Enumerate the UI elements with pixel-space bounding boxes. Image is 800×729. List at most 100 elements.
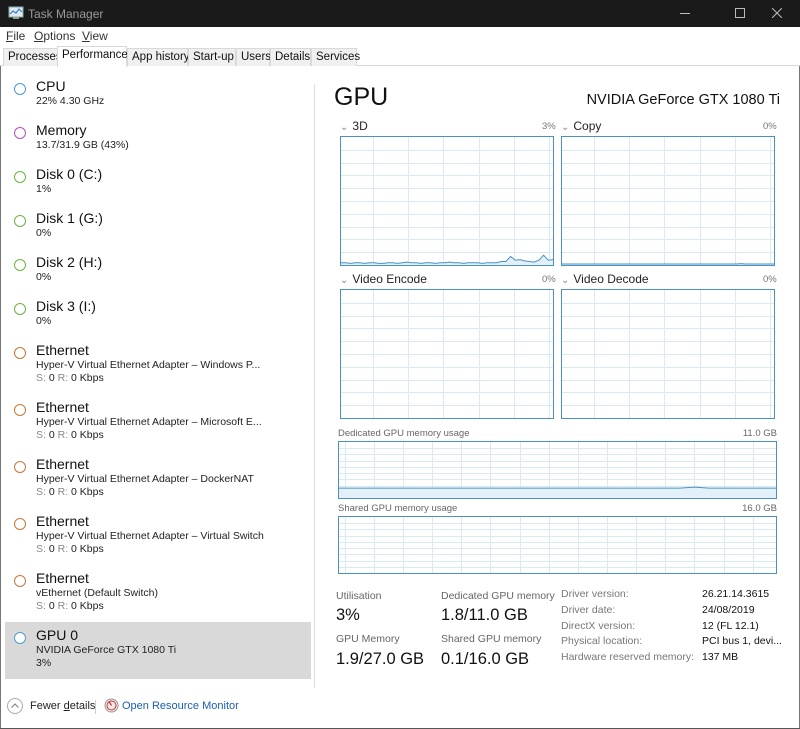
chevron-down-icon: ⌄ (561, 122, 570, 133)
dedicated-memory-graph-label: Dedicated GPU memory usage (338, 428, 470, 439)
throughput-r-value: 0 Kbps (71, 372, 104, 384)
engine-label-copy: Copy (573, 119, 602, 133)
title-bar: Task Manager (0, 0, 800, 27)
sidebar-item-gpu-0[interactable]: GPU 0 NVIDIA GeForce GTX 1080 Ti 3% (5, 622, 311, 679)
sidebar-item-disk-1-g[interactable]: Disk 1 (G:) 0% (5, 210, 311, 254)
throughput-s-value: 0 (48, 372, 55, 384)
tab-users[interactable]: Users (236, 48, 271, 66)
tab-processes[interactable]: Processes (3, 48, 62, 66)
gpu-memory-label: GPU Memory (336, 633, 400, 645)
window-title: Task Manager (28, 7, 104, 21)
minimize-button[interactable] (662, 0, 708, 27)
chevron-up-icon (11, 703, 19, 708)
minimize-icon (680, 13, 690, 14)
info-value: 12 (FL 12.1) (702, 619, 759, 632)
tab-services[interactable]: Services (311, 48, 360, 66)
sidebar-item-throughput: S: 0 R: 0 Kbps (36, 372, 104, 384)
fewer-details-button[interactable] (7, 698, 23, 714)
sidebar-item-ethernet[interactable]: Ethernet Hyper-V Virtual Ethernet Adapter… (5, 342, 311, 399)
engine-label-video-encode: Video Encode (352, 272, 427, 286)
fewer-details-link[interactable]: Fewer details (30, 700, 95, 712)
sidebar-item-disk-3-i[interactable]: Disk 3 (I:) 0% (5, 298, 311, 342)
engine-percent-video-decode: 0% (763, 274, 777, 285)
close-button[interactable] (754, 0, 800, 27)
engine-selector-video-encode[interactable]: ⌄ Video Encode (340, 272, 427, 286)
menu-options-accel: O (34, 29, 44, 43)
sidebar-item-title: Ethernet (36, 456, 89, 472)
menu-file[interactable]: File (6, 29, 25, 43)
sidebar-item-title: Disk 3 (I:) (36, 298, 96, 314)
throughput-r-label: R: (57, 429, 69, 441)
maximize-icon (735, 8, 745, 18)
sidebar-item-title: Ethernet (36, 399, 89, 415)
engine-graph-copy (561, 136, 775, 266)
engine-graph-3d (340, 136, 554, 266)
engine-graph-video-encode (340, 289, 554, 419)
sidebar-item-title: Memory (36, 122, 87, 138)
shared-memory-graph-label: Shared GPU memory usage (338, 503, 458, 514)
sidebar-item-title: Ethernet (36, 513, 89, 529)
info-value: 24/08/2019 (702, 603, 755, 616)
sidebar-item-ethernet[interactable]: Ethernet Hyper-V Virtual Ethernet Adapter… (5, 399, 311, 456)
sidebar-item-title: CPU (36, 78, 66, 94)
sidebar-item-title: Disk 2 (H:) (36, 254, 103, 270)
sidebar-item-disk-2-h[interactable]: Disk 2 (H:) 0% (5, 254, 311, 298)
info-value: 26.21.14.3615 (702, 588, 770, 600)
sidebar-item-throughput: S: 0 R: 0 Kbps (36, 543, 104, 555)
throughput-s-label: S: (36, 543, 46, 555)
tab-details[interactable]: Details (270, 48, 311, 66)
info-label: Driver version: (561, 588, 629, 600)
sidebar-item-title: GPU 0 (36, 627, 79, 643)
throughput-r-value: 0 Kbps (71, 600, 104, 612)
menu-view-rest: iew (89, 29, 108, 43)
dedicated-memory-line (339, 486, 776, 489)
sidebar-item-ethernet[interactable]: Ethernet vEthernet (Default Switch) S: 0 R… (5, 570, 311, 627)
info-value: 137 MB (702, 651, 739, 664)
resource-monitor-icon (104, 698, 119, 713)
resource-sidebar: CPU 22% 4.30 GHz Memory 13.7/31.9 GB (43%) D… (1, 68, 313, 688)
sidebar-item-detail: NVIDIA GeForce GTX 1080 Ti (36, 644, 177, 656)
sidebar-item-ethernet[interactable]: Ethernet Hyper-V Virtual Ethernet Adapter… (5, 456, 311, 513)
shared-memory-graph (338, 516, 777, 574)
engine-label-3d: 3D (352, 119, 368, 133)
sidebar-item-disk-0-c[interactable]: Disk 0 (C:) 1% (5, 166, 311, 210)
tab-app-history[interactable]: App history (127, 48, 190, 66)
sidebar-item-ethernet[interactable]: Ethernet Hyper-V Virtual Ethernet Adapter… (5, 513, 311, 570)
dedicated-memory-graph (338, 441, 777, 499)
status-circle-icon (14, 461, 26, 473)
engine-percent-copy: 0% (763, 121, 777, 132)
chevron-down-icon: ⌄ (561, 275, 570, 286)
menu-options[interactable]: Options (34, 29, 75, 43)
engine-selector-3d[interactable]: ⌄ 3D (340, 119, 368, 133)
utilisation-value: 3% (336, 606, 360, 624)
info-label: DirectX version: (561, 619, 636, 632)
tab-performance[interactable]: Performance (57, 46, 128, 67)
menu-file-rest: ile (13, 29, 26, 43)
throughput-r-value: 0 Kbps (71, 543, 104, 555)
status-circle-icon (14, 83, 26, 95)
engine-label-video-decode: Video Decode (573, 272, 649, 286)
status-circle-icon (14, 171, 26, 183)
tab-start-up[interactable]: Start-up (188, 48, 236, 66)
status-circle-icon (14, 215, 26, 227)
menu-bar: File Options View (0, 27, 800, 46)
engine-selector-video-decode[interactable]: ⌄ Video Decode (561, 272, 649, 286)
sidebar-item-title: Disk 0 (C:) (36, 166, 103, 182)
engine-selector-copy[interactable]: ⌄ Copy (561, 119, 601, 133)
throughput-s-label: S: (36, 486, 46, 498)
menu-view[interactable]: View (82, 29, 108, 43)
status-circle-icon (14, 303, 26, 315)
open-resource-monitor-link[interactable]: Open Resource Monitor (122, 700, 239, 712)
throughput-s-label: S: (36, 600, 46, 612)
throughput-r-label: R: (57, 543, 69, 555)
info-label: Physical location: (561, 635, 643, 648)
chevron-down-icon: ⌄ (340, 275, 349, 286)
engine-percent-video-encode: 0% (542, 274, 556, 285)
engine-graph-video-decode (561, 289, 775, 419)
sidebar-item-detail: Hyper-V Virtual Ethernet Adapter – Micro… (36, 416, 262, 428)
sidebar-item-cpu[interactable]: CPU 22% 4.30 GHz (5, 78, 311, 122)
pane-divider[interactable] (314, 84, 315, 688)
throughput-r-value: 0 Kbps (71, 429, 104, 441)
sidebar-item-memory[interactable]: Memory 13.7/31.9 GB (43%) (5, 122, 311, 166)
sidebar-item-detail: vEthernet (Default Switch) (36, 587, 158, 599)
